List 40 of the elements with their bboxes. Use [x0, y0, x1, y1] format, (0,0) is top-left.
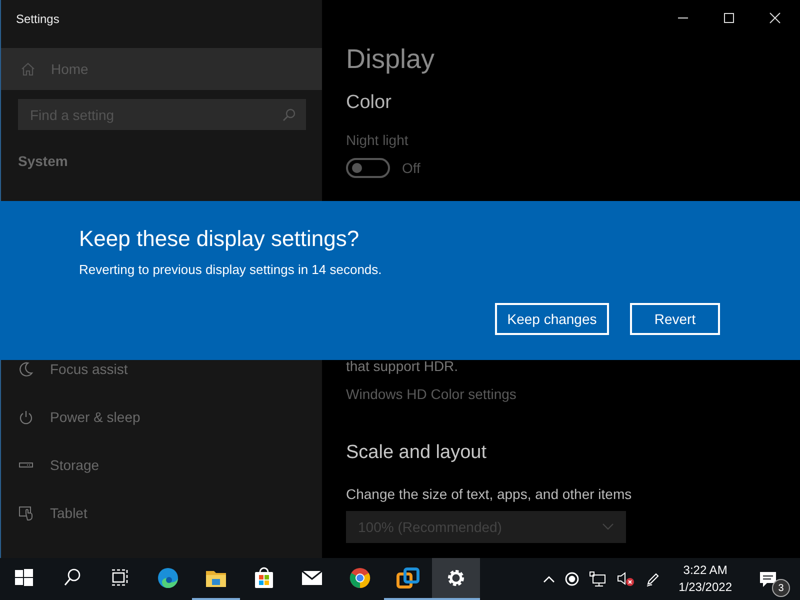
power-icon	[18, 409, 34, 425]
search-icon	[282, 108, 296, 122]
tablet-icon	[18, 505, 34, 521]
chevron-down-icon	[602, 523, 614, 531]
speaker-muted-icon[interactable]	[616, 571, 635, 587]
sidebar-item[interactable]: Focus assist	[1, 345, 322, 393]
browser-swirl-icon[interactable]	[156, 566, 180, 590]
sidebar-item[interactable]: Storage	[1, 441, 322, 489]
page-title: Display	[346, 44, 435, 75]
moon-icon	[18, 361, 34, 377]
shopping-bag-icon[interactable]	[252, 566, 276, 590]
setting-label: Night light	[346, 132, 408, 148]
pen-icon[interactable]	[644, 571, 661, 587]
network-icon[interactable]	[588, 571, 607, 587]
chevron-up-icon[interactable]	[542, 575, 555, 583]
home-icon	[20, 61, 36, 77]
notification-badge: 3	[772, 579, 790, 597]
keep-changes-button[interactable]: Keep changes	[495, 303, 609, 335]
record-icon[interactable]	[564, 572, 579, 586]
section-heading: Scale and layout	[346, 442, 486, 464]
overlapping-squares-icon	[396, 566, 420, 590]
section-heading: System	[18, 153, 68, 169]
revert-button[interactable]: Revert	[630, 303, 720, 335]
active-app-slot[interactable]	[432, 558, 480, 600]
sidebar-item[interactable]: Tablet	[1, 489, 322, 537]
sidebar-item[interactable]: Power & sleep	[1, 393, 322, 441]
setting-label: Change the size of text, apps, and other items	[346, 486, 632, 502]
browser-ring-icon[interactable]	[348, 566, 372, 590]
maximize-icon[interactable]	[723, 12, 735, 24]
settings-link[interactable]: Windows HD Color settings	[346, 386, 516, 402]
close-icon[interactable]	[769, 12, 781, 24]
dialog-title: Keep these display settings?	[79, 226, 360, 252]
night-light-toggle[interactable]	[346, 158, 390, 178]
section-heading: Color	[346, 92, 392, 114]
toggle-state: Off	[402, 160, 420, 176]
clock[interactable]: 3:22 AM 1/23/2022	[678, 562, 732, 596]
notification-icon[interactable]	[758, 570, 778, 588]
window-title: Settings	[16, 12, 60, 26]
dialog-message: Reverting to previous display settings in 14 seconds.	[79, 262, 382, 277]
description-text: that support HDR.	[346, 358, 458, 374]
